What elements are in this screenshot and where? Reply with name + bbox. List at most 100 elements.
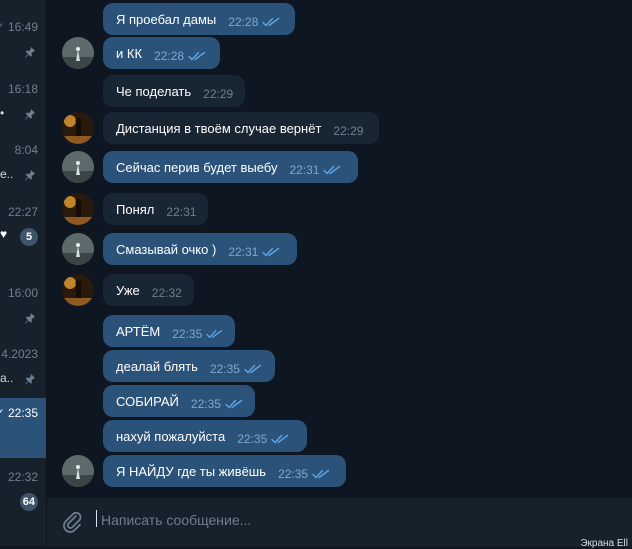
chat-list-item[interactable]: 22:32 64 xyxy=(0,462,46,524)
outgoing-message-bubble[interactable]: Я проебал дамы 22:28 xyxy=(103,3,295,35)
message-time: 22:31 xyxy=(289,163,320,177)
incoming-message-bubble[interactable]: Дистанция в твоём случае вернёт 22:29 xyxy=(103,112,379,144)
message-row: Че поделать 22:29 xyxy=(47,75,632,107)
chat-list-item-time: 22:32 xyxy=(7,470,38,484)
incoming-message-bubble[interactable]: Уже 22:32 xyxy=(103,274,194,306)
avatar[interactable] xyxy=(62,37,94,69)
unread-badge: 64 xyxy=(19,493,38,511)
message-time: 22:29 xyxy=(333,124,364,138)
chat-list-item[interactable]: ✓ 22:35 xyxy=(0,398,46,458)
pin-icon xyxy=(25,109,35,120)
message-row: деалай блять 22:35 xyxy=(47,350,632,382)
message-time: 22:31 xyxy=(166,205,197,219)
incoming-message-bubble[interactable]: Че поделать 22:29 xyxy=(103,75,245,107)
message-text: АРТЁМ xyxy=(116,323,161,339)
message-row: Понял 22:31 xyxy=(47,193,632,225)
message-row: Я НАЙДУ где ты живёшь 22:35 xyxy=(47,455,632,487)
double-check-icon xyxy=(262,247,280,257)
message-row: и КК 22:28 xyxy=(47,37,632,69)
double-check-icon xyxy=(323,165,341,175)
message-text: Уже xyxy=(116,282,140,298)
message-composer: Экрана Ell xyxy=(47,497,632,549)
chat-list-item-time: ✓ 22:35 xyxy=(0,406,38,420)
message-row: Дистанция в твоём случае вернёт 22:29 xyxy=(47,112,632,144)
avatar[interactable] xyxy=(62,455,94,487)
message-text: деалай блять xyxy=(116,358,198,374)
outgoing-message-bubble[interactable]: АРТЁМ 22:35 xyxy=(103,315,235,347)
message-text: Че поделать xyxy=(116,83,192,99)
avatar[interactable] xyxy=(62,112,94,144)
message-row: Я проебал дамы 22:28 xyxy=(47,3,632,35)
chat-list-item-preview: e.. xyxy=(0,167,14,181)
message-row: нахуй пожалуйста 22:35 xyxy=(47,420,632,452)
message-list: Я проебал дамы 22:28 и КК 22:28 Че поделать 2… xyxy=(47,0,632,497)
chat-list-item-time: 16:00 xyxy=(7,286,38,300)
message-time: 22:35 xyxy=(190,397,221,411)
chat-list-item[interactable]: 16:00 xyxy=(0,278,46,340)
paperclip-icon[interactable] xyxy=(61,509,83,533)
outgoing-message-bubble[interactable]: Я НАЙДУ где ты живёшь 22:35 xyxy=(103,455,346,487)
double-check-icon xyxy=(206,330,223,339)
corner-text: Экрана Ell xyxy=(580,538,628,549)
message-text: Дистанция в твоём случае вернёт xyxy=(116,120,322,136)
chat-list-item-preview: • xyxy=(0,106,5,120)
text-caret xyxy=(96,510,97,527)
pin-icon xyxy=(25,313,35,324)
double-check-icon xyxy=(188,51,206,61)
message-time: 22:35 xyxy=(278,467,309,481)
outgoing-message-bubble[interactable]: Смазывай очко ) 22:31 xyxy=(103,233,297,265)
chat-list-item-time: 22:27 xyxy=(7,205,38,219)
unread-badge: 5 xyxy=(20,228,38,246)
chat-list-item[interactable]: ✓ 16:49 xyxy=(0,12,46,74)
message-time: 22:29 xyxy=(203,87,234,101)
message-row: Сейчас перив будет выебу 22:31 xyxy=(47,151,632,183)
message-text: Смазывай очко ) xyxy=(116,241,217,257)
message-row: АРТЁМ 22:35 xyxy=(47,315,632,347)
message-row: Уже 22:32 xyxy=(47,274,632,306)
message-text: Я проебал дамы xyxy=(116,11,217,27)
outgoing-message-bubble[interactable]: СОБИРАЙ 22:35 xyxy=(103,385,255,417)
pin-icon xyxy=(25,170,35,181)
chat-list-item-time: 16:18 xyxy=(7,82,38,96)
message-time: 22:35 xyxy=(237,432,268,446)
chat-list-item[interactable]: 4.2023 а.. xyxy=(0,339,46,401)
message-time: 22:35 xyxy=(209,362,240,376)
message-time: 22:35 xyxy=(172,327,203,341)
incoming-message-bubble[interactable]: Понял 22:31 xyxy=(103,193,208,225)
outgoing-message-bubble[interactable]: и КК 22:28 xyxy=(103,37,220,69)
outgoing-message-bubble[interactable]: Сейчас перив будет выебу 22:31 xyxy=(103,151,358,183)
double-check-icon xyxy=(262,17,280,27)
message-text: и КК xyxy=(116,45,143,61)
pin-icon xyxy=(25,47,35,58)
message-row: СОБИРАЙ 22:35 xyxy=(47,385,632,417)
avatar[interactable] xyxy=(62,193,94,225)
chat-list-item-time: ✓ 16:49 xyxy=(0,20,38,34)
chat-list-item[interactable]: 16:18 • xyxy=(0,74,46,136)
chat-list-item-time: 4.2023 xyxy=(1,347,38,361)
message-text: Сейчас перив будет выебу xyxy=(116,159,278,175)
chat-list-sidebar: ✓ 16:4916:18•8:04e..22:275♥16:004.2023а.… xyxy=(0,0,47,546)
message-text: Я НАЙДУ где ты живёшь xyxy=(116,463,267,479)
avatar[interactable] xyxy=(62,233,94,265)
message-text: Понял xyxy=(116,201,155,217)
outgoing-message-bubble[interactable]: нахуй пожалуйста 22:35 xyxy=(103,420,307,452)
double-check-icon xyxy=(244,364,262,374)
double-check-icon xyxy=(312,469,330,479)
message-time: 22:28 xyxy=(228,15,259,29)
avatar[interactable] xyxy=(62,274,94,306)
avatar[interactable] xyxy=(62,151,94,183)
message-text: нахуй пожалуйста xyxy=(116,428,226,444)
chat-list-item-time: 8:04 xyxy=(14,143,38,157)
message-row: Смазывай очко ) 22:31 xyxy=(47,233,632,265)
outgoing-message-bubble[interactable]: деалай блять 22:35 xyxy=(103,350,275,382)
double-check-icon xyxy=(271,434,289,444)
chat-list-item-preview: а.. xyxy=(0,371,14,385)
message-time: 22:32 xyxy=(151,286,182,300)
double-check-icon xyxy=(225,399,243,409)
message-time: 22:31 xyxy=(228,245,259,259)
chat-list-item[interactable]: 22:27 5 ♥ xyxy=(0,197,46,259)
heart-icon: ♥ xyxy=(0,227,8,241)
chat-list-item[interactable]: 8:04 e.. xyxy=(0,135,46,197)
message-time: 22:28 xyxy=(154,49,185,63)
message-input[interactable] xyxy=(99,506,623,534)
